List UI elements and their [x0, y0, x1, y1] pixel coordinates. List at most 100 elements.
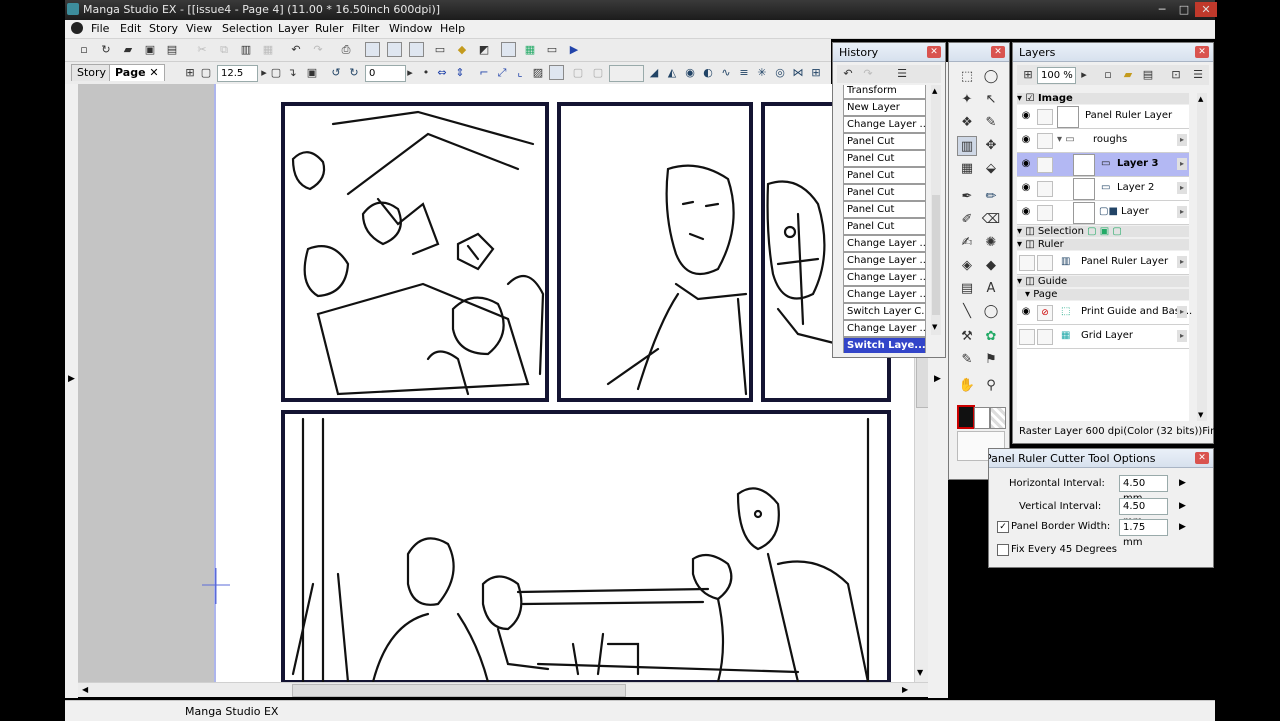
- frame-icon[interactable]: [549, 65, 564, 80]
- ellipse-icon[interactable]: ◯: [981, 302, 1001, 322]
- layer-row-layer3[interactable]: ◉ ▭ Layer 3 ▸: [1017, 153, 1189, 177]
- mesh-icon[interactable]: ▨: [531, 66, 545, 80]
- left-dock-bar[interactable]: ▶: [65, 84, 78, 698]
- snap-icon[interactable]: [501, 42, 516, 57]
- history-scroll-down-icon[interactable]: ▼: [932, 323, 937, 331]
- new-story-icon[interactable]: ↻: [99, 43, 113, 57]
- concentric-ruler-icon[interactable]: ◎: [773, 66, 787, 80]
- eraser-icon[interactable]: ⌫: [981, 210, 1001, 230]
- paste-icon[interactable]: ▥: [239, 43, 253, 57]
- scroll-right-icon[interactable]: ▶: [902, 685, 908, 694]
- grid-ruler-icon[interactable]: ⊞: [809, 66, 823, 80]
- cut-icon[interactable]: ✂: [195, 43, 209, 57]
- corner-icon[interactable]: ⌞: [513, 66, 527, 80]
- marquee-icon[interactable]: ⬚: [957, 67, 977, 87]
- panel-ruler-icon[interactable]: ▦: [957, 159, 977, 179]
- menu-edit[interactable]: Edit: [120, 22, 141, 35]
- angle-input[interactable]: 0: [365, 65, 406, 82]
- layer-arrow-icon[interactable]: ▸: [1177, 306, 1187, 318]
- lock-box[interactable]: [1019, 255, 1035, 271]
- new-folder-icon[interactable]: ▰: [1121, 68, 1135, 82]
- stamp-icon[interactable]: ⚑: [981, 350, 1001, 370]
- menu-help[interactable]: Help: [440, 22, 465, 35]
- menu-layer[interactable]: Layer: [278, 22, 309, 35]
- menu-story[interactable]: Story: [149, 22, 178, 35]
- layers-close-icon[interactable]: ✕: [1195, 46, 1209, 58]
- new-icon[interactable]: ▫: [77, 43, 91, 57]
- layers-zoom-chevron-icon[interactable]: ▸: [1077, 68, 1091, 82]
- new-layer-icon[interactable]: ▫: [1101, 68, 1115, 82]
- line-icon[interactable]: ╲: [957, 302, 977, 322]
- angle-chevron-icon[interactable]: ▸: [403, 66, 417, 80]
- vertical-chevron-icon[interactable]: ▶: [1179, 501, 1186, 511]
- save-as-icon[interactable]: ▤: [165, 43, 179, 57]
- group-guide[interactable]: ▾ ◫ Guide: [1017, 276, 1189, 287]
- paste-page-icon[interactable]: ▢: [591, 66, 605, 80]
- delete-icon[interactable]: ▦: [261, 43, 275, 57]
- group-ruler[interactable]: ▾ ◫ Ruler: [1017, 239, 1189, 250]
- eye-icon[interactable]: ◉: [1019, 205, 1033, 219]
- history-item[interactable]: Change Layer ...: [843, 235, 926, 252]
- magic-wand-icon[interactable]: ✦: [957, 90, 977, 110]
- history-item[interactable]: Panel Cut: [843, 201, 926, 218]
- border-width-checkbox[interactable]: ✓: [997, 521, 1009, 533]
- history-menu-icon[interactable]: ☰: [895, 67, 909, 81]
- save-icon[interactable]: ▣: [143, 43, 157, 57]
- history-item[interactable]: Panel Cut: [843, 218, 926, 235]
- tool-options-close-icon[interactable]: ✕: [1195, 452, 1209, 464]
- layers-scroll-down-icon[interactable]: ▼: [1198, 411, 1203, 419]
- layer-row-roughs-folder[interactable]: ◉ ▾ ▭ roughs ▸: [1017, 129, 1189, 153]
- layer-props-icon[interactable]: ◆: [455, 43, 469, 57]
- tab-story[interactable]: Story: [71, 64, 113, 81]
- menu-filter[interactable]: Filter: [352, 22, 379, 35]
- layer-row-ruler-panel[interactable]: ▥ Panel Ruler Layer ▸: [1017, 251, 1189, 275]
- layer-arrow-icon[interactable]: ▸: [1177, 182, 1187, 194]
- lock-box[interactable]: [1037, 133, 1053, 149]
- spray-icon[interactable]: ✺: [981, 233, 1001, 253]
- rotation-input[interactable]: 12.5: [217, 65, 258, 82]
- rotate-left-icon[interactable]: ↺: [329, 66, 343, 80]
- eye-icon[interactable]: ◉: [1019, 181, 1033, 195]
- grid-icon[interactable]: ▦: [523, 43, 537, 57]
- vertical-interval-input[interactable]: 4.50 mm: [1119, 498, 1168, 527]
- minimize-button[interactable]: ─: [1151, 2, 1173, 17]
- balloon-icon[interactable]: ✎: [957, 350, 977, 370]
- expand-left-icon[interactable]: ▶: [68, 374, 75, 384]
- history-scroll-thumb[interactable]: [932, 195, 940, 315]
- history-item[interactable]: Transform: [843, 85, 926, 99]
- history-item-selected[interactable]: Switch Laye...: [843, 337, 926, 353]
- flip-horizontal-icon[interactable]: ⇔: [435, 66, 449, 80]
- select-pen-icon[interactable]: ↖: [981, 90, 1001, 110]
- history-scroll-up-icon[interactable]: ▲: [932, 87, 937, 95]
- history-redo-icon[interactable]: ↷: [861, 67, 875, 81]
- lock-box[interactable]: [1037, 181, 1053, 197]
- background-color-swatch[interactable]: [974, 407, 990, 429]
- history-item[interactable]: Change Layer ...: [843, 286, 926, 303]
- zoom-icon[interactable]: ⚲: [981, 376, 1001, 396]
- pattern-brush-icon[interactable]: ◆: [981, 256, 1001, 276]
- foreground-color-swatch[interactable]: [957, 405, 975, 429]
- text-icon[interactable]: A: [981, 279, 1001, 299]
- tone-icon[interactable]: ⚒: [957, 327, 977, 347]
- zoom-field-icon[interactable]: ▢: [199, 66, 213, 80]
- open-icon[interactable]: ▰: [121, 43, 135, 57]
- ruler-shape-icon[interactable]: ◢: [647, 66, 661, 80]
- doc-icon[interactable]: [71, 22, 83, 34]
- guide-icon[interactable]: ⌐: [477, 66, 491, 80]
- maximize-button[interactable]: □: [1173, 2, 1195, 17]
- layer-row-print-guide[interactable]: ◉ ⊘ ⬚ Print Guide and Basi... ▸: [1017, 301, 1192, 325]
- menu-window[interactable]: Window: [389, 22, 432, 35]
- panel-ruler-cutter-icon[interactable]: ▥: [957, 136, 977, 156]
- history-item[interactable]: Panel Cut: [843, 167, 926, 184]
- history-item[interactable]: Change Layer ...: [843, 269, 926, 286]
- history-item[interactable]: Panel Cut: [843, 133, 926, 150]
- group-selection[interactable]: ▾ ◫ Selection ▢ ▣ ▢: [1017, 226, 1189, 237]
- canvas-area[interactable]: [78, 84, 914, 682]
- layer-arrow-icon[interactable]: ▸: [1177, 158, 1187, 170]
- lock-box[interactable]: [1037, 329, 1053, 345]
- dot-icon[interactable]: •: [419, 66, 433, 80]
- horizontal-chevron-icon[interactable]: ▶: [1179, 478, 1186, 488]
- history-item[interactable]: Change Layer ...: [843, 252, 926, 269]
- layer-row-layer[interactable]: ◉ ▢■ Layer ▸: [1017, 201, 1189, 225]
- layer-arrow-icon[interactable]: ▸: [1177, 256, 1187, 268]
